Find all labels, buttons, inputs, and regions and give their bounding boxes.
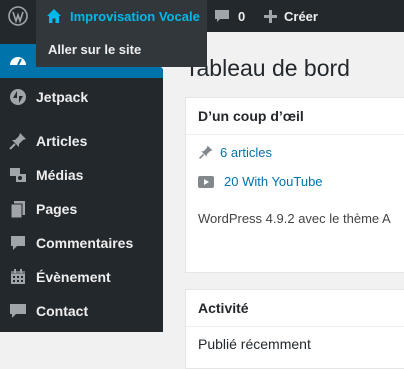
sidebar-label-articles: Articles <box>36 133 88 149</box>
sidebar-item-jetpack[interactable]: Jetpack <box>0 80 163 114</box>
dashboard-icon <box>0 51 36 71</box>
comments-count: 0 <box>238 8 246 24</box>
visit-site-label: Aller sur le site <box>48 42 142 57</box>
sidebar-label-comments: Commentaires <box>36 235 134 251</box>
page-title: Tableau de bord <box>185 55 350 81</box>
articles-count-link[interactable]: 6 articles <box>198 144 272 160</box>
sidebar-label-medias: Médias <box>36 167 84 183</box>
sidebar-item-events[interactable]: Évènement <box>0 260 163 294</box>
comments-link[interactable]: 0 <box>214 0 245 32</box>
calendar-icon <box>0 267 36 287</box>
sidebar-label-jetpack: Jetpack <box>36 89 89 105</box>
sidebar-label-contact: Contact <box>36 303 89 319</box>
youtube-count-link[interactable]: 20 With YouTube <box>198 174 323 189</box>
main-content: Tableau de bord D’un coup d’œil 6 articl… <box>163 32 404 369</box>
sidebar-item-contact[interactable]: Contact <box>0 294 163 328</box>
comment-icon <box>0 233 36 253</box>
at-a-glance-widget: D’un coup d’œil 6 articles 20 With YouTu… <box>185 97 404 273</box>
activity-widget: Activité Publié récemment <box>185 289 404 369</box>
sidebar-item-medias[interactable]: Médias <box>0 158 163 192</box>
media-icon <box>0 165 36 185</box>
plus-icon <box>264 9 277 23</box>
sidebar-item-articles[interactable]: Articles <box>0 124 163 158</box>
visit-site-menu-item[interactable]: Aller sur le site <box>36 32 207 67</box>
site-name-link[interactable]: Improvisation Vocale <box>36 0 207 32</box>
pages-icon <box>0 199 36 219</box>
youtube-count: 20 With YouTube <box>224 174 323 189</box>
sidebar-label-pages: Pages <box>36 201 78 217</box>
new-content-link[interactable]: Créer <box>264 0 318 32</box>
recently-published-heading: Publié récemment <box>198 336 311 352</box>
pin-icon <box>0 131 36 151</box>
contact-icon <box>0 301 36 321</box>
glance-title[interactable]: D’un coup d’œil <box>186 98 404 135</box>
site-name: Improvisation Vocale <box>70 8 200 24</box>
activity-title[interactable]: Activité <box>186 290 404 327</box>
video-icon <box>198 175 224 188</box>
sidebar-item-comments[interactable]: Commentaires <box>0 226 163 260</box>
new-label: Créer <box>284 8 318 24</box>
wordpress-logo-icon[interactable] <box>0 0 36 32</box>
home-icon <box>46 8 62 24</box>
wordpress-version: WordPress 4.9.2 avec le thème A <box>198 211 391 226</box>
jetpack-icon <box>0 87 36 107</box>
admin-sidebar: Jetpack Articles Médias Pages Commentair… <box>0 32 163 332</box>
sidebar-label-events: Évènement <box>36 269 111 285</box>
comment-bubble-icon <box>214 9 230 23</box>
sidebar-item-pages[interactable]: Pages <box>0 192 163 226</box>
pin-icon <box>198 144 220 160</box>
admin-bar: Improvisation Vocale 0 Créer <box>0 0 404 32</box>
articles-count: 6 articles <box>220 144 273 160</box>
